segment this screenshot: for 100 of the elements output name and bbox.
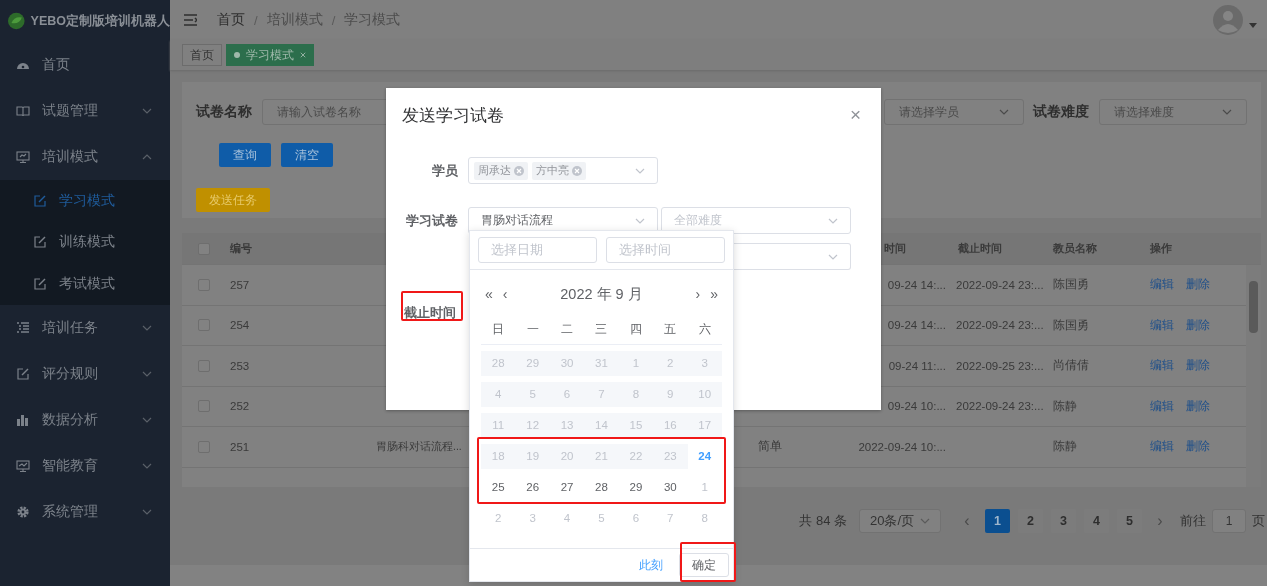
weekday-label: 日: [491, 321, 506, 337]
page-tab[interactable]: 学习模式: [226, 44, 314, 66]
remove-icon[interactable]: [572, 165, 582, 176]
confirm-button[interactable]: 确定: [679, 553, 729, 577]
calendar-day[interactable]: 28: [584, 475, 619, 500]
calendar-day[interactable]: 1: [687, 475, 722, 500]
action-link[interactable]: 编辑: [1150, 439, 1174, 455]
select-field[interactable]: [734, 243, 851, 270]
field-label: 截止时间: [404, 305, 456, 320]
chevron-icon: [1222, 107, 1232, 117]
sidebar-item[interactable]: 培训任务: [0, 304, 170, 351]
sidebar-item[interactable]: 评分规则: [0, 350, 170, 397]
chevron-icon: [999, 107, 1009, 117]
sidebar-item[interactable]: 培训模式: [0, 134, 170, 180]
weekday-label: 一: [525, 321, 540, 337]
table-cell: 09-24 14:...: [887, 278, 946, 291]
table-cell-text: 257: [229, 277, 251, 293]
avatar-icon[interactable]: [1213, 5, 1243, 35]
table-cell-text: 252: [229, 399, 251, 415]
page-suffix: 页: [1252, 512, 1265, 530]
field-label: 学习试卷: [405, 211, 459, 230]
action-link[interactable]: 删除: [1186, 317, 1210, 333]
breadcrumb-separator: /: [254, 12, 258, 28]
sidebar-subitem[interactable]: 学习模式: [0, 180, 170, 222]
monitor-chart-icon: [16, 458, 30, 473]
calendar-day[interactable]: 6: [618, 506, 654, 531]
sidebar-item[interactable]: 试题管理: [0, 88, 170, 134]
sidebar-item[interactable]: 系统管理: [0, 488, 170, 535]
filter-button[interactable]: 清空: [281, 143, 333, 167]
send-task-button[interactable]: 发送任务: [196, 188, 270, 212]
column-header: 时间: [883, 241, 907, 256]
column-header: 编号: [229, 241, 253, 256]
action-link[interactable]: 编辑: [1150, 317, 1174, 333]
remove-icon[interactable]: [514, 165, 524, 176]
table-cell: 2022-09-24 23:...: [956, 319, 1044, 332]
table-cell-text: 陈国勇: [1052, 317, 1090, 333]
table-cell: 2022-09-24 23:...: [956, 400, 1044, 413]
field-label: 试卷难度: [1033, 103, 1089, 121]
menu-icon[interactable]: [184, 14, 197, 26]
action-link[interactable]: 编辑: [1150, 277, 1174, 293]
weekday-label: 六: [697, 321, 712, 337]
page-tab[interactable]: 首页: [182, 44, 222, 66]
calendar-day[interactable]: 26: [515, 475, 550, 500]
table-cell: 09-24 11:...: [888, 359, 946, 372]
sidebar-item[interactable]: 数据分析: [0, 396, 170, 443]
time-input[interactable]: 选择时间: [606, 237, 725, 263]
filter-button[interactable]: 查询: [219, 143, 271, 167]
action-link[interactable]: 删除: [1186, 358, 1210, 374]
table-cell-text: 尚倩倩: [1052, 358, 1090, 374]
next-page-button[interactable]: ›: [1146, 511, 1174, 531]
calendar-day[interactable]: 4: [549, 506, 585, 531]
weekday-label: 二: [560, 321, 575, 337]
column-header: 截止时间: [957, 241, 1003, 256]
sidebar-item[interactable]: 首页: [0, 42, 170, 88]
calendar-day[interactable]: 24: [687, 444, 722, 469]
calendar-day[interactable]: 2: [481, 506, 516, 531]
calendar-day[interactable]: 3: [515, 506, 550, 531]
sidebar-subitem[interactable]: 训练模式: [0, 221, 170, 263]
calendar-day[interactable]: 5: [584, 506, 619, 531]
close-button[interactable]: ×: [845, 104, 865, 126]
action-link[interactable]: 删除: [1186, 398, 1210, 414]
calendar-day[interactable]: 25: [481, 475, 516, 500]
prev-page-button[interactable]: ‹: [953, 511, 981, 531]
next-month-button[interactable]: ›: [690, 286, 706, 302]
now-link[interactable]: 此刻: [633, 556, 669, 574]
close-icon[interactable]: [300, 52, 306, 58]
goto-label: 前往: [1180, 512, 1206, 530]
edit-icon: [33, 235, 47, 250]
action-link[interactable]: 删除: [1186, 277, 1210, 293]
page-size-select[interactable]: 20条/页: [859, 509, 941, 533]
calendar-day[interactable]: 8: [687, 506, 722, 531]
calendar-day[interactable]: 29: [618, 475, 654, 500]
caret-icon[interactable]: [1249, 21, 1257, 29]
breadcrumb-item[interactable]: 首页: [217, 11, 245, 29]
student-select[interactable]: 周承达 方中亮: [468, 157, 658, 184]
next-year-button[interactable]: »: [705, 286, 723, 302]
student-tag: 周承达: [474, 161, 528, 180]
chevron-icon: [920, 516, 930, 526]
page-button[interactable]: 1: [985, 509, 1010, 533]
sidebar-item[interactable]: 智能教育: [0, 442, 170, 489]
table-cell-text: 陈国勇: [1052, 277, 1090, 293]
edit-icon: [33, 193, 47, 208]
sidebar-subitem[interactable]: 考试模式: [0, 263, 170, 305]
calendar-day[interactable]: 30: [653, 475, 688, 500]
column-header: 教员名称: [1052, 241, 1098, 256]
calendar-day[interactable]: 27: [549, 475, 585, 500]
calendar-day[interactable]: 7: [653, 506, 688, 531]
action-link[interactable]: 编辑: [1150, 358, 1174, 374]
table-cell: 胃肠科对话流程...: [376, 439, 462, 454]
total-count: 共 84 条: [799, 512, 847, 530]
page-input[interactable]: 1: [1212, 509, 1246, 533]
settings-icon: [16, 504, 30, 519]
action-link[interactable]: 编辑: [1150, 398, 1174, 414]
weekday-label: 三: [594, 321, 609, 337]
date-input[interactable]: 选择日期: [478, 237, 597, 263]
action-link[interactable]: 删除: [1186, 439, 1210, 455]
prev-month-button[interactable]: ‹: [497, 286, 513, 302]
prev-year-button[interactable]: «: [480, 286, 498, 302]
student-tag: 方中亮: [532, 161, 586, 180]
table-cell: 09-24 10:...: [887, 400, 946, 413]
